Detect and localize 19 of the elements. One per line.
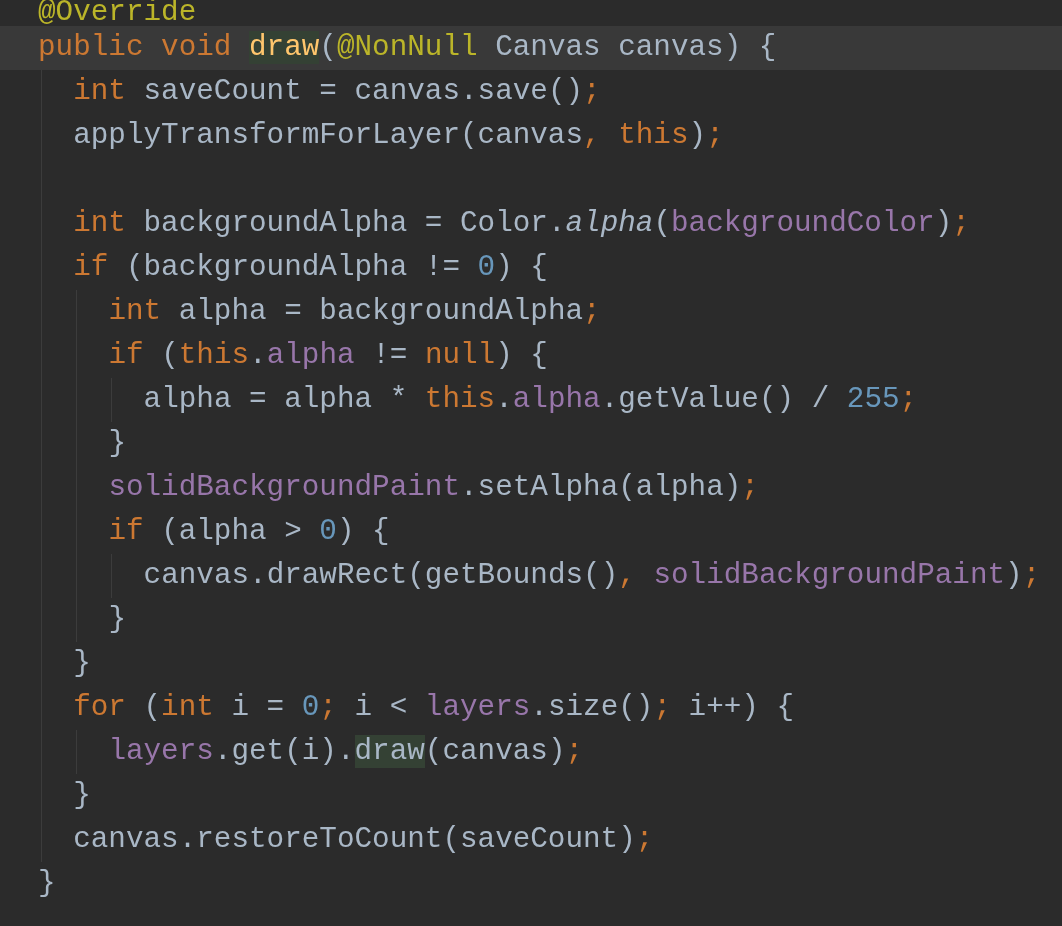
code-line: for (int i = 0; i < layers.size(); i++) { [73,690,795,726]
code-line: canvas.drawRect(getBounds(), solidBackgroundPaint); [143,558,1041,594]
code-line: public void draw(@NonNull Canvas canvas) { [38,30,777,66]
code-line: if (this.alpha != null) { [108,338,548,374]
code-line: layers.get(i).draw(canvas); [108,734,584,770]
code-line: canvas.restoreToCount(saveCount); [73,822,654,858]
code-line: if (backgroundAlpha != 0) { [73,250,548,286]
code-line: } [108,602,126,638]
code-line: int backgroundAlpha = Color.alpha(backgroundColor); [73,206,970,242]
code-line: } [108,426,126,462]
code-line: solidBackgroundPaint.setAlpha(alpha); [108,470,759,506]
code-line: if (alpha > 0) { [108,514,390,550]
code-line: int saveCount = canvas.save(); [73,74,601,110]
code-line: alpha = alpha * this.alpha.getValue() / 255; [143,382,918,418]
code-line: } [73,646,91,682]
code-line: applyTransformForLayer(canvas, this); [73,118,724,154]
code-line: } [73,778,91,814]
code-line: } [38,866,56,902]
code-line: int alpha = backgroundAlpha; [108,294,601,330]
